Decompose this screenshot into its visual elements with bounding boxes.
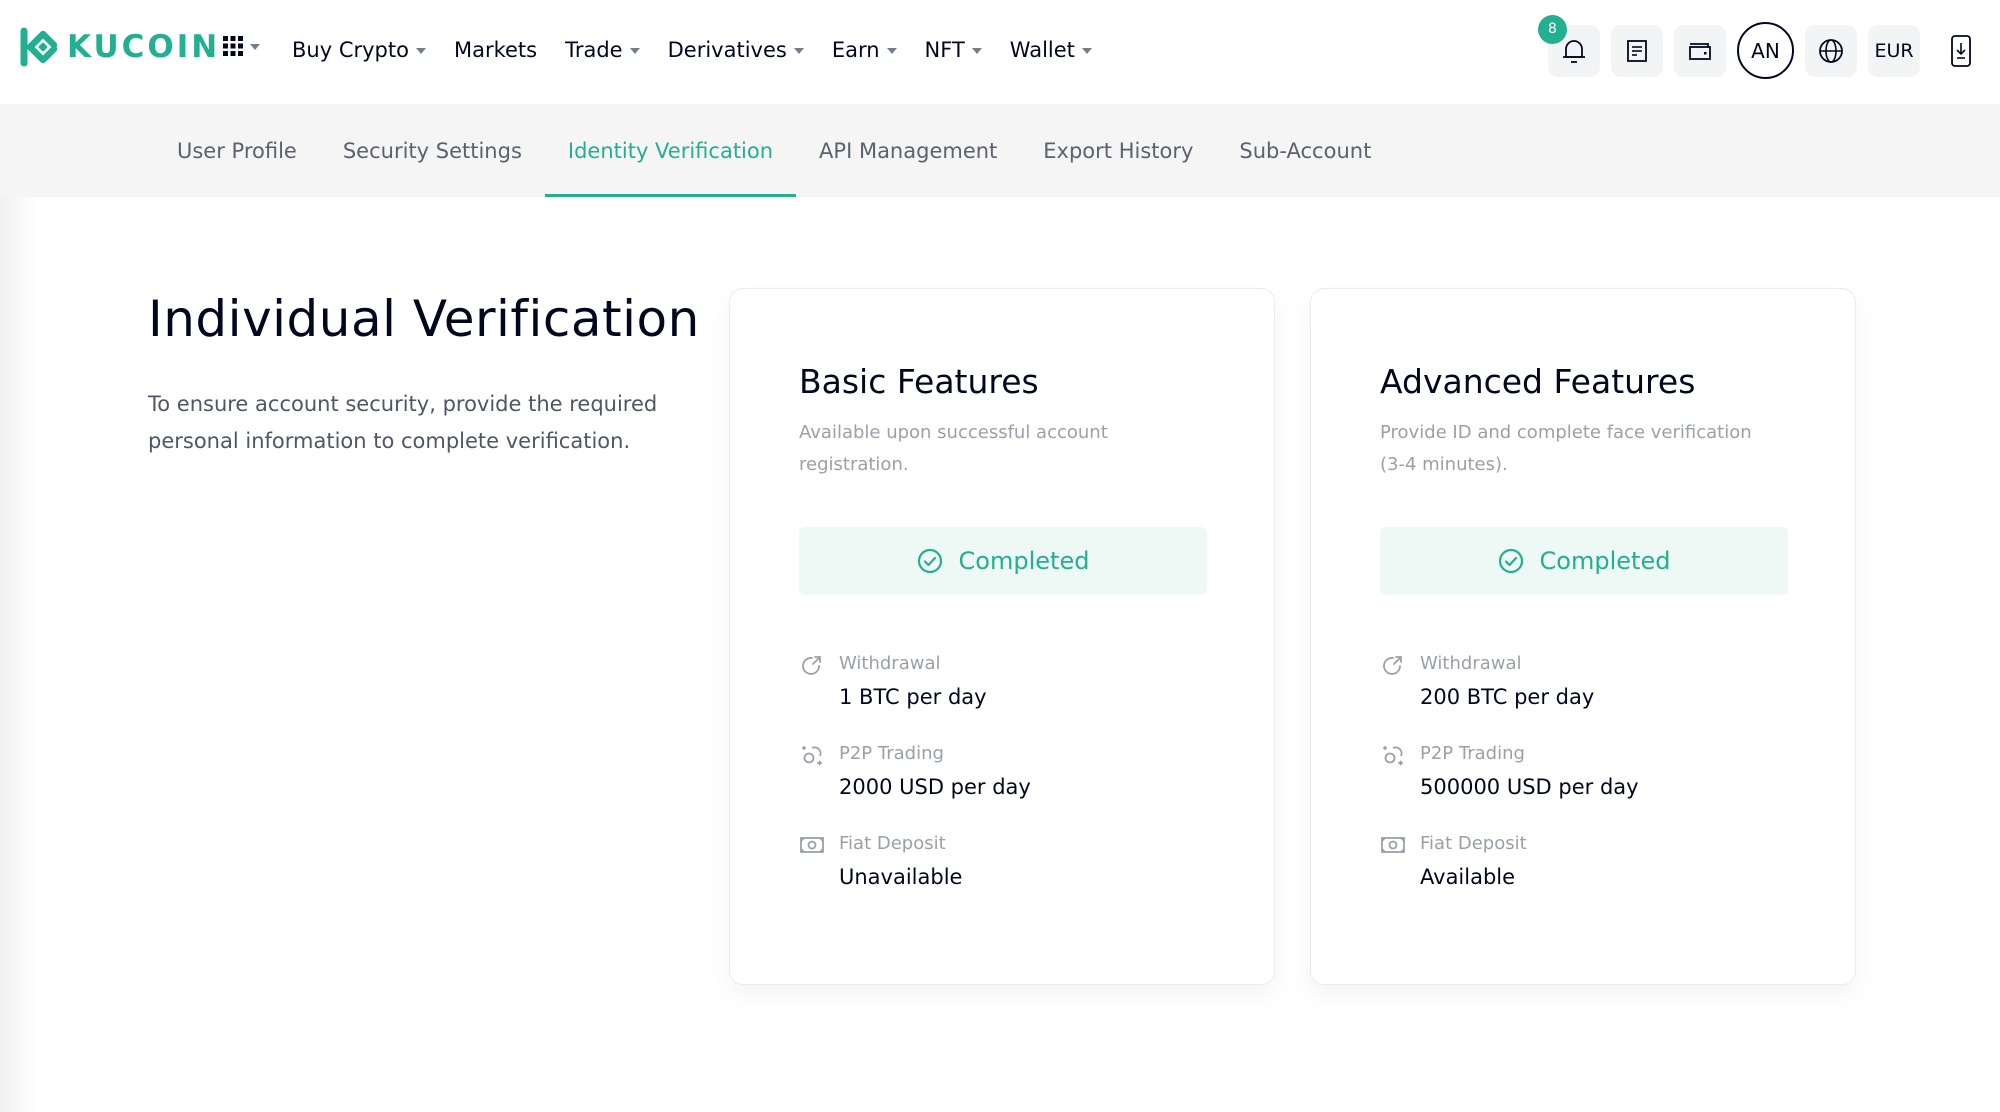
- feature-label: Withdrawal: [839, 653, 941, 674]
- advanced-features-card: Advanced Features Provide ID and complet…: [1310, 288, 1856, 985]
- chevron-down-icon: [1081, 48, 1092, 54]
- withdrawal-icon: [802, 656, 821, 675]
- tab-label: Export History: [1043, 138, 1194, 163]
- tab-label: API Management: [819, 138, 998, 163]
- page-title: Individual Verification: [148, 290, 700, 348]
- main-nav: Buy Crypto Markets Trade Derivatives Ear…: [292, 30, 1120, 70]
- feature-value: 1 BTC per day: [839, 685, 987, 709]
- download-app-button[interactable]: [1941, 25, 1981, 77]
- feature-withdrawal: Withdrawal 1 BTC per day: [799, 651, 1205, 709]
- feature-value: 200 BTC per day: [1420, 685, 1595, 709]
- feature-label: P2P Trading: [839, 743, 944, 764]
- tab-label: Identity Verification: [567, 138, 774, 163]
- p2p-trading-icon: [802, 746, 823, 766]
- page-edge-shadow: [0, 104, 36, 1112]
- status-text: Completed: [958, 547, 1090, 575]
- tab-user-profile[interactable]: User Profile: [154, 104, 320, 197]
- nav-label: Wallet: [1009, 38, 1075, 62]
- header-actions: 8 AN EUR: [1538, 14, 1981, 79]
- wallet-icon: [1689, 42, 1711, 60]
- bell-icon: [1563, 39, 1585, 63]
- feature-fiat-deposit: Fiat Deposit Unavailable: [799, 831, 1205, 889]
- feature-withdrawal: Withdrawal 200 BTC per day: [1380, 651, 1786, 709]
- feature-value: Unavailable: [839, 865, 963, 889]
- nav-label: Markets: [453, 38, 538, 62]
- feature-list: Withdrawal 1 BTC per day P2P Trading 200…: [799, 651, 1205, 889]
- tab-sub-account[interactable]: Sub-Account: [1216, 104, 1394, 197]
- feature-label: Withdrawal: [1420, 653, 1522, 674]
- kucoin-logo[interactable]: KUCOIN: [20, 27, 220, 67]
- check-circle-icon: [917, 548, 942, 574]
- currency-button[interactable]: EUR: [1868, 24, 1920, 77]
- language-button[interactable]: [1805, 24, 1857, 77]
- feature-label: Fiat Deposit: [839, 833, 946, 854]
- avatar[interactable]: AN: [1737, 22, 1794, 79]
- feature-value: 2000 USD per day: [839, 775, 1031, 799]
- feature-p2p-trading: P2P Trading 2000 USD per day: [799, 741, 1205, 799]
- fiat-deposit-icon: [1381, 837, 1405, 853]
- verification-intro: Individual Verification To ensure accoun…: [148, 290, 700, 460]
- brand-name: KUCOIN: [67, 29, 221, 65]
- card-description: Available upon successful account regist…: [799, 422, 1108, 475]
- nav-label: Derivatives: [667, 38, 787, 62]
- nav-nft[interactable]: NFT: [925, 30, 982, 70]
- nav-derivatives[interactable]: Derivatives: [668, 30, 804, 70]
- nav-trade[interactable]: Trade: [565, 30, 640, 70]
- tab-export-history[interactable]: Export History: [1020, 104, 1216, 197]
- tab-label: User Profile: [177, 138, 297, 163]
- nav-wallet[interactable]: Wallet: [1010, 30, 1092, 70]
- feature-value: 500000 USD per day: [1420, 775, 1639, 799]
- nav-label: Trade: [565, 38, 623, 62]
- chevron-down-icon: [971, 48, 982, 54]
- account-tabs: User Profile Security Settings Identity …: [0, 104, 2000, 197]
- chevron-down-icon: [415, 48, 426, 54]
- chevron-down-icon: [886, 48, 897, 54]
- wallet-button[interactable]: [1674, 24, 1726, 77]
- feature-p2p-trading: P2P Trading 500000 USD per day: [1380, 741, 1786, 799]
- basic-features-card: Basic Features Available upon successful…: [729, 288, 1275, 985]
- nav-label: Buy Crypto: [292, 38, 409, 62]
- apps-menu-button[interactable]: [223, 36, 260, 56]
- notifications-button[interactable]: 8: [1538, 14, 1600, 77]
- orders-button[interactable]: [1611, 24, 1663, 77]
- top-header: KUCOIN Buy Crypto Markets Trade Derivati…: [0, 0, 2000, 104]
- grid-icon: [223, 36, 243, 56]
- withdrawal-icon: [1383, 656, 1402, 675]
- status-badge: Completed: [1380, 527, 1788, 595]
- p2p-trading-icon: [1383, 746, 1404, 766]
- nav-label: NFT: [924, 38, 965, 62]
- tab-label: Sub-Account: [1239, 138, 1372, 163]
- page-description: To ensure account security, provide the …: [148, 392, 658, 453]
- card-title: Basic Features: [799, 362, 1039, 401]
- globe-icon: [1819, 38, 1843, 63]
- feature-fiat-deposit: Fiat Deposit Available: [1380, 831, 1786, 889]
- nav-earn[interactable]: Earn: [832, 30, 897, 70]
- chevron-down-icon: [793, 48, 804, 54]
- download-app-icon: [1951, 34, 1971, 67]
- nav-label: Earn: [831, 38, 880, 62]
- fiat-deposit-icon: [800, 837, 824, 853]
- notification-badge: 8: [1538, 14, 1567, 44]
- status-text: Completed: [1539, 547, 1671, 575]
- feature-value: Available: [1420, 865, 1516, 889]
- orders-icon: [1627, 39, 1647, 62]
- check-circle-icon: [1498, 548, 1523, 574]
- feature-list: Withdrawal 200 BTC per day P2P Trading 5…: [1380, 651, 1786, 889]
- card-description: Provide ID and complete face verificatio…: [1380, 422, 1752, 475]
- status-badge: Completed: [799, 527, 1207, 595]
- tab-identity-verification[interactable]: Identity Verification: [544, 104, 797, 197]
- card-title: Advanced Features: [1380, 362, 1696, 401]
- nav-buy-crypto[interactable]: Buy Crypto: [292, 30, 426, 70]
- chevron-down-icon: [250, 44, 260, 50]
- currency-label: EUR: [1874, 39, 1914, 62]
- kucoin-logo-icon: [20, 27, 58, 67]
- tab-api-management[interactable]: API Management: [796, 104, 1020, 197]
- tab-label: Security Settings: [342, 138, 522, 163]
- tab-security-settings[interactable]: Security Settings: [320, 104, 545, 197]
- feature-label: Fiat Deposit: [1420, 833, 1527, 854]
- chevron-down-icon: [629, 48, 640, 54]
- nav-markets[interactable]: Markets: [454, 30, 537, 70]
- feature-label: P2P Trading: [1420, 743, 1525, 764]
- avatar-initials: AN: [1751, 38, 1780, 63]
